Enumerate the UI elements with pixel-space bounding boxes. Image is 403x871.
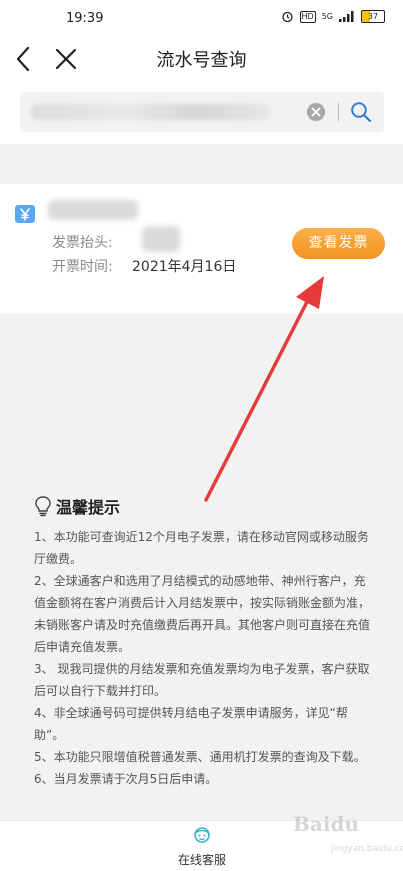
status-icons: HD 5G 37 [281,10,385,23]
online-service-label: 在线客服 [177,853,226,867]
page-title: 流水号查询 [156,50,247,71]
signal-icon [339,11,354,22]
view-invoice-button[interactable]: 查看发票 [292,228,385,259]
hd-badge: HD [299,10,316,23]
tip-item: 3、 现我司提供的月结发票和充值发票均为电子发票，客户获取后可以自行下载并打印。 [34,662,370,698]
search-area [0,82,403,144]
signal-label: 5G [321,12,333,21]
tips-list: 1、本功能可查询近12个月电子发票，请在移动官网或移动服务厅缴费。 2、全球通客… [34,526,374,790]
invoice-title-obscured [48,200,138,220]
search-icon[interactable] [350,101,372,123]
tip-item: 6、当月发票请于次月5日后申请。 [34,772,218,786]
alarm-icon [281,11,293,23]
customer-service-icon [194,827,210,843]
status-bar: 19:39 HD 5G 37 [0,0,403,36]
tip-item: 2、全球通客户和选用了月结模式的动感地带、神州行客户，充值金额将在客户消费后计入… [34,574,371,654]
tip-item: 5、本功能只限增值税普通发票、通用机打发票的查询及下载。 [34,750,366,764]
search-divider [338,103,339,121]
search-value-obscured [30,104,270,120]
status-time: 19:39 [66,11,104,26]
tips-header: 温馨提示 [34,494,374,518]
battery-icon: 37 [361,10,385,23]
invoice-header-obscured [142,226,180,252]
battery-level: 37 [367,12,379,21]
invoice-header-label: 发票抬头: [52,235,113,251]
tip-item: 4、非全球通号码可提供转月结电子发票申请服务，详见“帮助”。 [34,706,348,742]
clear-icon[interactable] [306,102,326,122]
tip-item: 1、本功能可查询近12个月电子发票，请在移动官网或移动服务厅缴费。 [34,530,369,566]
lightbulb-icon [35,496,51,517]
invoice-card: 发票抬头: 开票时间: 2021年4月16日 查看发票 [0,184,403,314]
watermark-logo: Baidu [293,812,359,836]
invoice-date-value: 2021年4月16日 [132,259,237,275]
yen-icon [15,205,35,223]
tips-section: 温馨提示 1、本功能可查询近12个月电子发票，请在移动官网或移动服务厅缴费。 2… [34,494,374,790]
nav-bar: 流水号查询 [0,36,403,82]
watermark-url: jingyan.baidu.com [331,844,403,854]
online-service-button[interactable]: 在线客服 [160,825,244,869]
search-input[interactable] [20,92,384,132]
baidu-watermark: Baidu jingyan.baidu.com [285,806,403,866]
invoice-date-label: 开票时间: [52,259,113,275]
tips-title: 温馨提示 [56,498,121,517]
